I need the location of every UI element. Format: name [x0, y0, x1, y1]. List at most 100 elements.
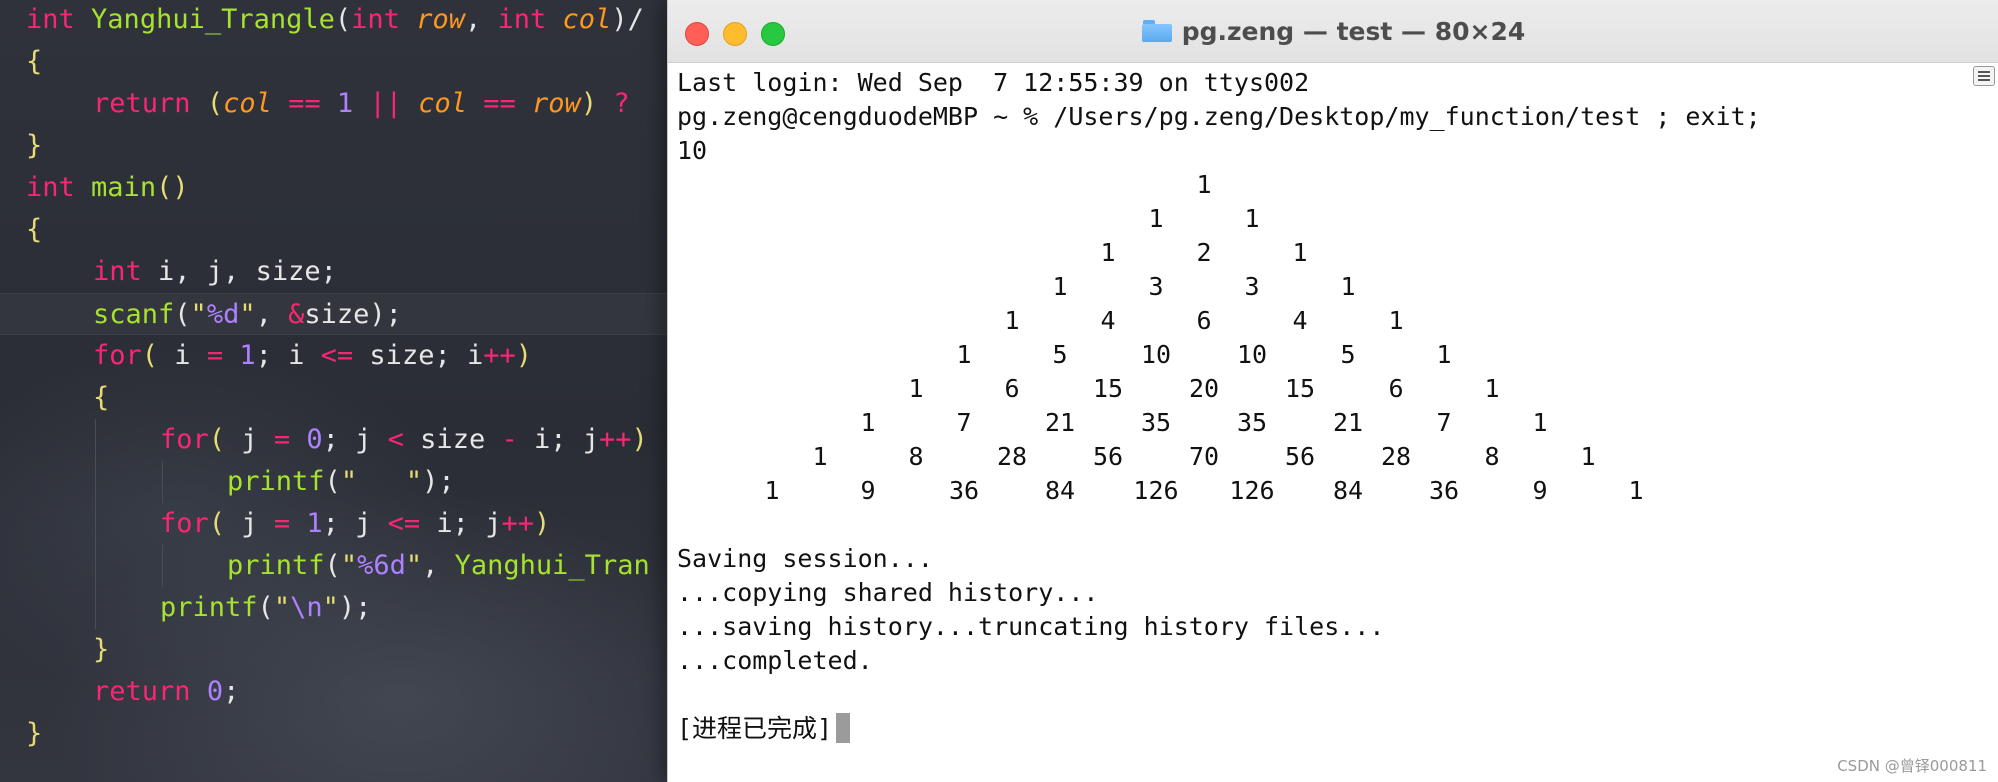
code-text: }	[26, 125, 42, 167]
code-token: (	[206, 88, 224, 119]
code-token: (	[141, 340, 159, 371]
code-token: (	[257, 592, 274, 623]
code-token: %6d	[357, 550, 406, 581]
session-line: ...copying shared history...	[677, 578, 1099, 607]
split-pane-icon[interactable]	[1973, 66, 1995, 86]
triangle-value: 35	[1236, 408, 1268, 437]
triangle-value: 1	[1004, 306, 1020, 335]
triangle-value: 70	[1188, 442, 1220, 471]
process-completed-text: [进程已完成]	[677, 714, 833, 743]
code-token: col	[418, 88, 467, 119]
code-token: row	[416, 4, 465, 35]
triangle-value: 1	[908, 374, 924, 403]
code-text: for( j = 0; j < size - i; j++)	[160, 419, 648, 461]
code-line[interactable]: printf("\n");	[0, 587, 680, 629]
code-token: )	[580, 88, 598, 119]
triangle-value: 4	[1100, 306, 1116, 335]
triangle-value: 4	[1292, 306, 1308, 335]
triangle-value: 1	[860, 408, 876, 437]
code-token: <=	[320, 340, 354, 371]
code-token: i; j	[517, 424, 600, 455]
code-line[interactable]: printf("%6d", Yanghui_Tran	[0, 545, 680, 587]
triangle-value: 1	[1628, 476, 1644, 505]
code-token: for	[160, 424, 209, 455]
session-line: Saving session...	[677, 544, 933, 573]
code-text: for( j = 1; j <= i; j++)	[160, 503, 550, 545]
triangle-value: 9	[1532, 476, 1548, 505]
code-token: -	[501, 424, 518, 455]
triangle-value: 36	[1428, 476, 1460, 505]
code-token: ,	[255, 299, 289, 330]
code-line[interactable]: for( j = 1; j <= i; j++)	[0, 503, 680, 545]
close-button[interactable]	[685, 22, 709, 46]
window-title-text: pg.zeng — test — 80×24	[1181, 17, 1526, 46]
code-line[interactable]: int i, j, size;	[0, 251, 680, 293]
code-token: )	[515, 340, 532, 371]
code-token: ++	[599, 424, 632, 455]
code-text: {	[93, 377, 109, 419]
code-line[interactable]: int main()	[0, 167, 680, 209]
code-line[interactable]: }	[0, 629, 680, 671]
code-token: ==	[288, 88, 321, 119]
code-token: {	[93, 382, 110, 413]
code-text: printf("\n");	[160, 587, 371, 629]
triangle-value: 1	[1532, 408, 1548, 437]
code-token: printf	[227, 466, 325, 497]
code-line[interactable]: }	[0, 125, 680, 167]
triangle-value: 126	[1229, 476, 1275, 505]
code-token: }	[26, 718, 43, 749]
triangle-value: 1	[1484, 374, 1500, 403]
code-text: {	[26, 41, 42, 83]
code-token: int	[93, 256, 142, 287]
code-token: " "	[340, 466, 423, 497]
triangle-value: 1	[764, 476, 780, 505]
code-line[interactable]: int Yanghui_Trangle(int row, int col)/	[0, 0, 680, 41]
triangle-value: 1	[1292, 238, 1308, 267]
code-text: }	[26, 713, 42, 755]
code-line[interactable]: {	[0, 41, 680, 83]
triangle-value: 6	[1388, 374, 1404, 403]
code-line[interactable]: for( i = 1; i <= size; i++)	[0, 335, 680, 377]
code-token: i, j, size;	[141, 256, 337, 287]
desktop: int Yanghui_Trangle(int row, int col)/{r…	[0, 0, 1998, 782]
code-line[interactable]: printf(" ");	[0, 461, 680, 503]
input-value: 10	[677, 136, 708, 165]
maximize-button[interactable]	[761, 22, 785, 46]
triangle-value: 28	[1380, 442, 1412, 471]
triangle-value: 126	[1133, 476, 1179, 505]
code-token: size; i	[353, 340, 484, 371]
triangle-value: 1	[1196, 170, 1212, 199]
code-line[interactable]: return (col == 1 || col == row) ?	[0, 83, 680, 125]
triangle-value: 8	[908, 442, 924, 471]
terminal-window[interactable]: pg.zeng — test — 80×24 Last login: Wed S…	[667, 0, 1998, 782]
code-token: "	[340, 550, 358, 581]
code-token: ;	[223, 676, 240, 707]
code-token: "	[322, 592, 339, 623]
code-token: )/	[611, 4, 644, 35]
code-text: int Yanghui_Trangle(int row, int col)/	[26, 0, 644, 41]
code-line[interactable]: }	[0, 713, 680, 755]
indent-guide	[95, 461, 96, 503]
triangle-value: 15	[1284, 374, 1316, 403]
minimize-button[interactable]	[723, 22, 747, 46]
code-token: ; i	[255, 340, 321, 371]
triangle-value: 36	[948, 476, 980, 505]
prompt-line: pg.zeng@cengduodeMBP ~ % /Users/pg.zeng/…	[677, 102, 1761, 131]
code-token: ++	[483, 340, 516, 371]
code-line[interactable]: {	[0, 377, 680, 419]
code-token: (	[334, 4, 352, 35]
code-line[interactable]: {	[0, 209, 680, 251]
triangle-value: 1	[956, 340, 972, 369]
code-line[interactable]: return 0;	[0, 671, 680, 713]
code-line[interactable]: for( j = 0; j < size - i; j++)	[0, 419, 680, 461]
code-line[interactable]: scanf("%d", &size);	[0, 293, 680, 335]
code-token: %d	[206, 299, 240, 330]
code-text: scanf("%d", &size);	[93, 294, 402, 336]
terminal-titlebar[interactable]: pg.zeng — test — 80×24	[668, 0, 1998, 63]
